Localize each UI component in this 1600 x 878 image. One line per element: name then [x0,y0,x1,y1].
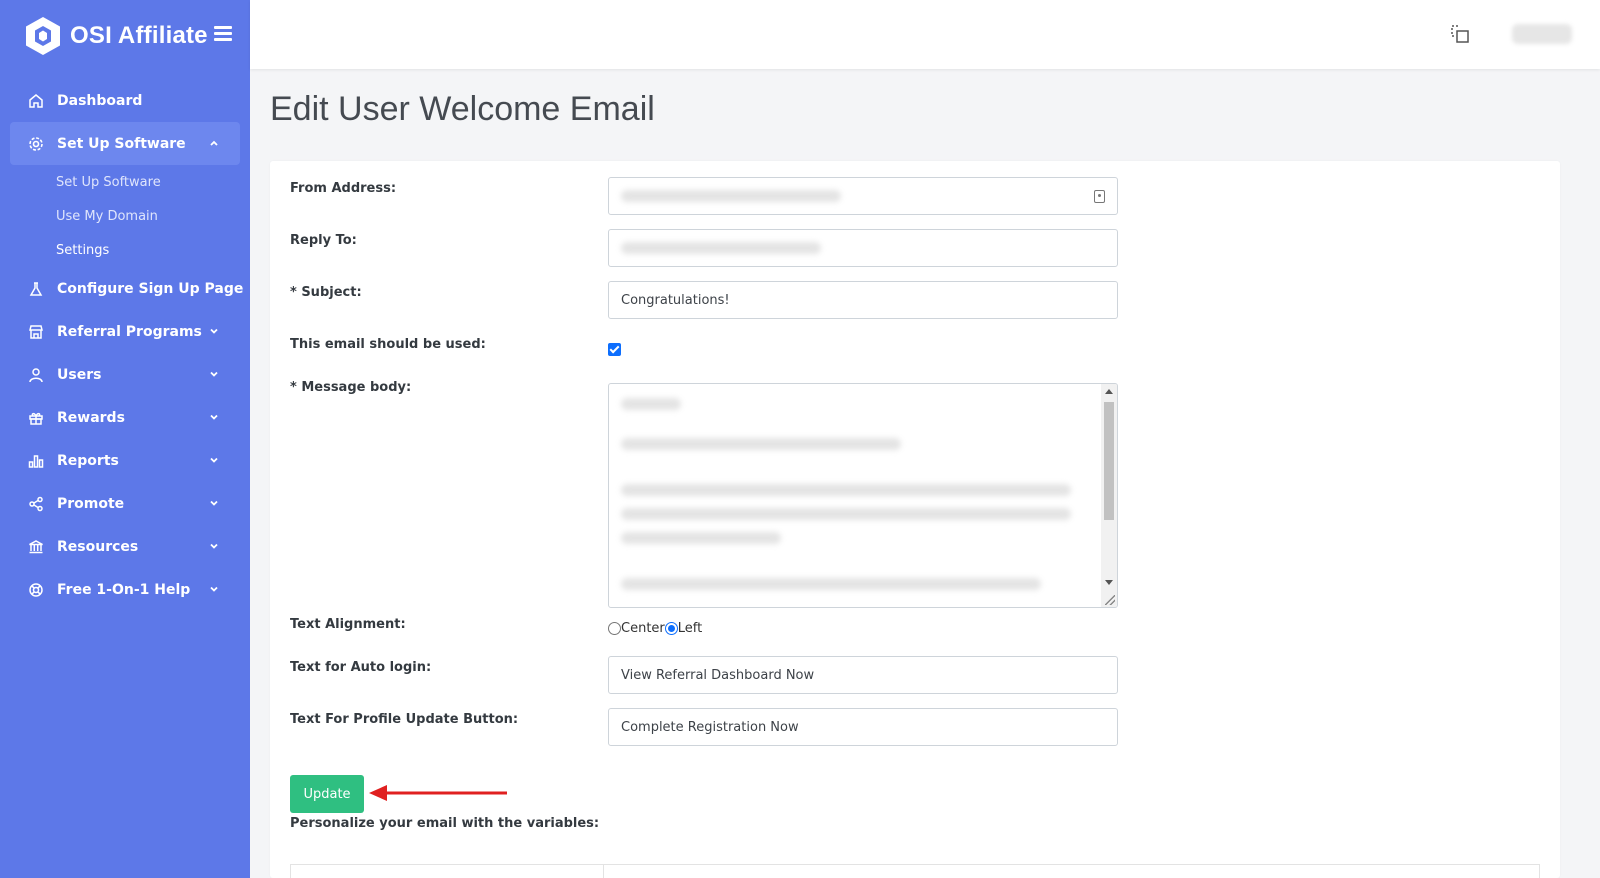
chevron-down-icon [210,586,218,592]
chevron-down-icon [210,500,218,506]
sidebar-nav: Dashboard Set Up Software Set Up Softwar… [0,79,250,611]
from-address-label: From Address: [290,181,397,196]
gift-icon [27,409,45,427]
message-body-textarea[interactable] [608,383,1118,608]
resize-handle-icon[interactable] [1105,595,1115,605]
email-form-card: From Address: Reply To: * Subject: Congr… [270,161,1560,878]
switch-account-icon[interactable] [1450,24,1470,44]
gear-icon [27,135,45,153]
redacted-text [621,578,1041,590]
redacted-text [621,398,681,410]
personalize-label: Personalize your email with the variable… [290,816,600,831]
bar-chart-icon [27,452,45,470]
contact-card-icon [1094,190,1105,203]
use-email-checkbox[interactable] [608,343,621,356]
menu-toggle-icon[interactable] [214,26,232,42]
sidebar-item-configure-sign-up-page[interactable]: Configure Sign Up Page [0,267,250,310]
radio-left-label: Left [677,621,703,636]
use-email-label: This email should be used: [290,337,486,352]
sidebar-item-label: Rewards [57,409,125,426]
subject-field[interactable]: Congratulations! [608,281,1118,319]
sidebar-item-label: Dashboard [57,92,143,109]
scroll-down-icon[interactable] [1105,580,1113,585]
sidebar-item-label: Referral Programs [57,323,202,340]
sidebar-item-label: Users [57,366,102,383]
sidebar-item-free-help[interactable]: Free 1-On-1 Help [0,568,250,611]
radio-center[interactable] [608,622,621,635]
top-bar [250,0,1600,69]
user-icon [27,366,45,384]
submenu-item-use-my-domain[interactable]: Use My Domain [56,199,250,233]
scrollbar[interactable] [1101,384,1117,607]
brand[interactable]: OSI Affiliate [24,16,208,56]
submenu-item-settings[interactable]: Settings [56,233,250,267]
profile-update-label: Text For Profile Update Button: [290,712,519,727]
sidebar-item-label: Promote [57,495,125,512]
message-body-label: * Message body: [290,380,412,395]
scrollbar-thumb[interactable] [1104,402,1114,520]
user-menu[interactable] [1512,24,1572,44]
sidebar-item-label: Resources [57,538,139,555]
chevron-up-icon [210,140,218,146]
submenu-set-up-software: Set Up Software Use My Domain Settings [0,165,250,267]
auto-login-field[interactable]: View Referral Dashboard Now [608,656,1118,694]
red-arrow-annotation [369,785,507,801]
auto-login-label: Text for Auto login: [290,660,432,675]
update-button[interactable]: Update [290,775,364,813]
redacted-value [621,190,841,202]
redacted-value [621,242,821,254]
radio-center-label: Center [621,621,665,636]
chevron-down-icon [210,414,218,420]
sidebar-item-rewards[interactable]: Rewards [0,396,250,439]
chevron-down-icon [210,328,218,334]
auto-login-value: View Referral Dashboard Now [621,667,815,683]
sidebar-item-label: Reports [57,452,119,469]
profile-update-field[interactable]: Complete Registration Now [608,708,1118,746]
redacted-text [621,484,1071,496]
subject-label: * Subject: [290,285,362,300]
redacted-text [621,532,781,544]
page-title: Edit User Welcome Email [270,90,655,128]
sidebar-item-users[interactable]: Users [0,353,250,396]
sidebar-item-label: Set Up Software [57,135,186,152]
bank-icon [27,538,45,556]
flask-icon [27,280,45,298]
scroll-up-icon[interactable] [1105,389,1113,394]
sidebar-item-resources[interactable]: Resources [0,525,250,568]
sidebar-item-promote[interactable]: Promote [0,482,250,525]
radio-left[interactable] [664,622,678,635]
redacted-text [621,438,901,450]
home-icon [27,92,45,110]
subject-value: Congratulations! [621,292,730,308]
sidebar-item-label: Configure Sign Up Page [57,280,244,297]
sidebar: OSI Affiliate Dashboard Set Up Software … [0,0,250,878]
text-alignment-label: Text Alignment: [290,617,406,632]
variables-table [290,864,1540,878]
chevron-down-icon [210,543,218,549]
store-icon [27,323,45,341]
chevron-down-icon [210,371,218,377]
logo-icon [26,17,60,55]
profile-update-value: Complete Registration Now [621,719,799,735]
reply-to-label: Reply To: [290,233,357,248]
share-icon [27,495,45,513]
lifebuoy-icon [27,581,45,599]
chevron-down-icon [210,457,218,463]
sidebar-item-referral-programs[interactable]: Referral Programs [0,310,250,353]
sidebar-item-reports[interactable]: Reports [0,439,250,482]
from-address-field[interactable] [608,177,1118,215]
redacted-text [621,508,1071,520]
text-alignment-radios: Center Left [608,621,702,636]
sidebar-item-set-up-software[interactable]: Set Up Software [10,122,240,165]
submenu-item-set-up-software[interactable]: Set Up Software [56,165,250,199]
brand-name: OSI Affiliate [70,22,208,49]
sidebar-item-dashboard[interactable]: Dashboard [0,79,250,122]
reply-to-field[interactable] [608,229,1118,267]
sidebar-item-label: Free 1-On-1 Help [57,581,191,598]
